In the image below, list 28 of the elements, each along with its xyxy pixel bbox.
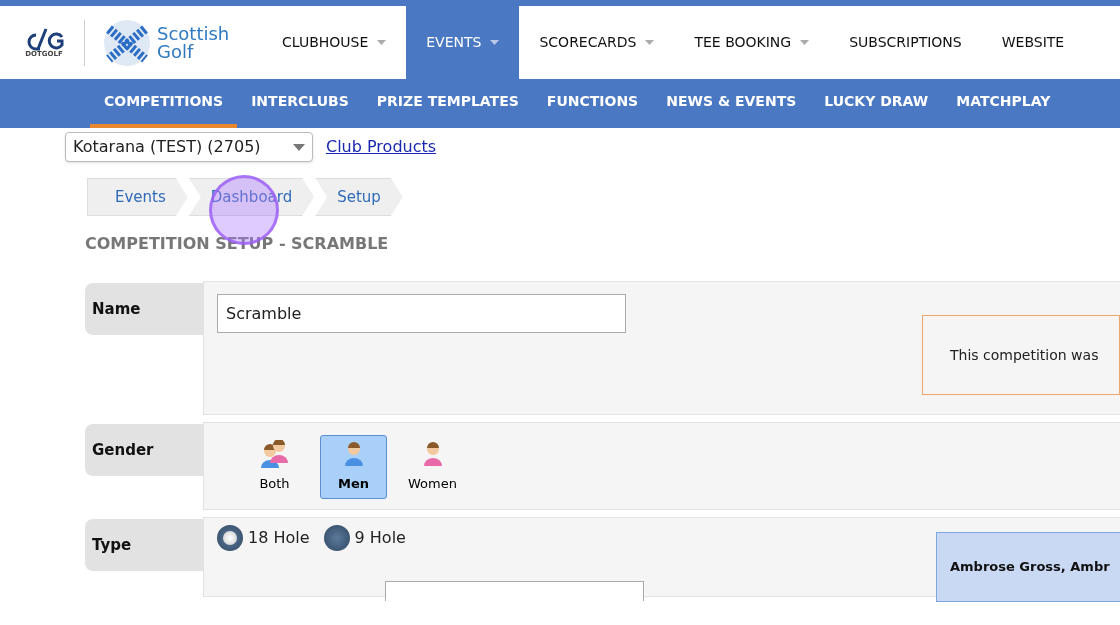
breadcrumb-link[interactable]: Setup: [315, 178, 403, 216]
sub-nav-tab[interactable]: PRIZE TEMPLATES: [362, 79, 533, 128]
sub-nav-tab[interactable]: FUNCTIONS: [532, 79, 653, 128]
gender-option[interactable]: Men: [320, 435, 387, 499]
info-text: Ambrose Gross, Ambr: [936, 532, 1120, 602]
sub-nav-tab[interactable]: NEWS & EVENTS: [652, 79, 811, 128]
caret-icon: [293, 143, 305, 151]
field-label: Gender: [85, 424, 203, 476]
club-dropdown[interactable]: Kotarana (TEST) (2705): [65, 132, 313, 162]
breadcrumb-link[interactable]: Events: [87, 178, 188, 216]
nav-tab[interactable]: EVENTS: [406, 6, 520, 79]
field-label: Type: [85, 519, 203, 571]
page-title: COMPETITION SETUP - SCRAMBLE: [85, 233, 390, 255]
sub-nav-tab[interactable]: LUCKY DRAW: [810, 79, 943, 128]
globe-logo-icon: [103, 18, 151, 67]
club-products-link[interactable]: Club Products: [326, 135, 437, 159]
gender-option[interactable]: Women: [399, 435, 466, 499]
logo-text: Scottish Golf: [157, 24, 230, 61]
name-field[interactable]: Scramble: [217, 294, 626, 333]
radio-option[interactable]: 9 Hole: [323, 525, 406, 551]
sub-nav-tab[interactable]: MATCHPLAY: [942, 79, 1065, 128]
radio-option[interactable]: 18 Hole: [217, 525, 310, 551]
person-icon: [258, 440, 291, 469]
sub-nav-tab[interactable]: COMPETITIONS: [90, 79, 238, 128]
notice-text: This competition was: [922, 315, 1120, 395]
sub-nav-tab[interactable]: INTERCLUBS: [237, 79, 363, 128]
gender-option[interactable]: Both: [241, 435, 308, 499]
field-label: Name: [85, 283, 203, 335]
